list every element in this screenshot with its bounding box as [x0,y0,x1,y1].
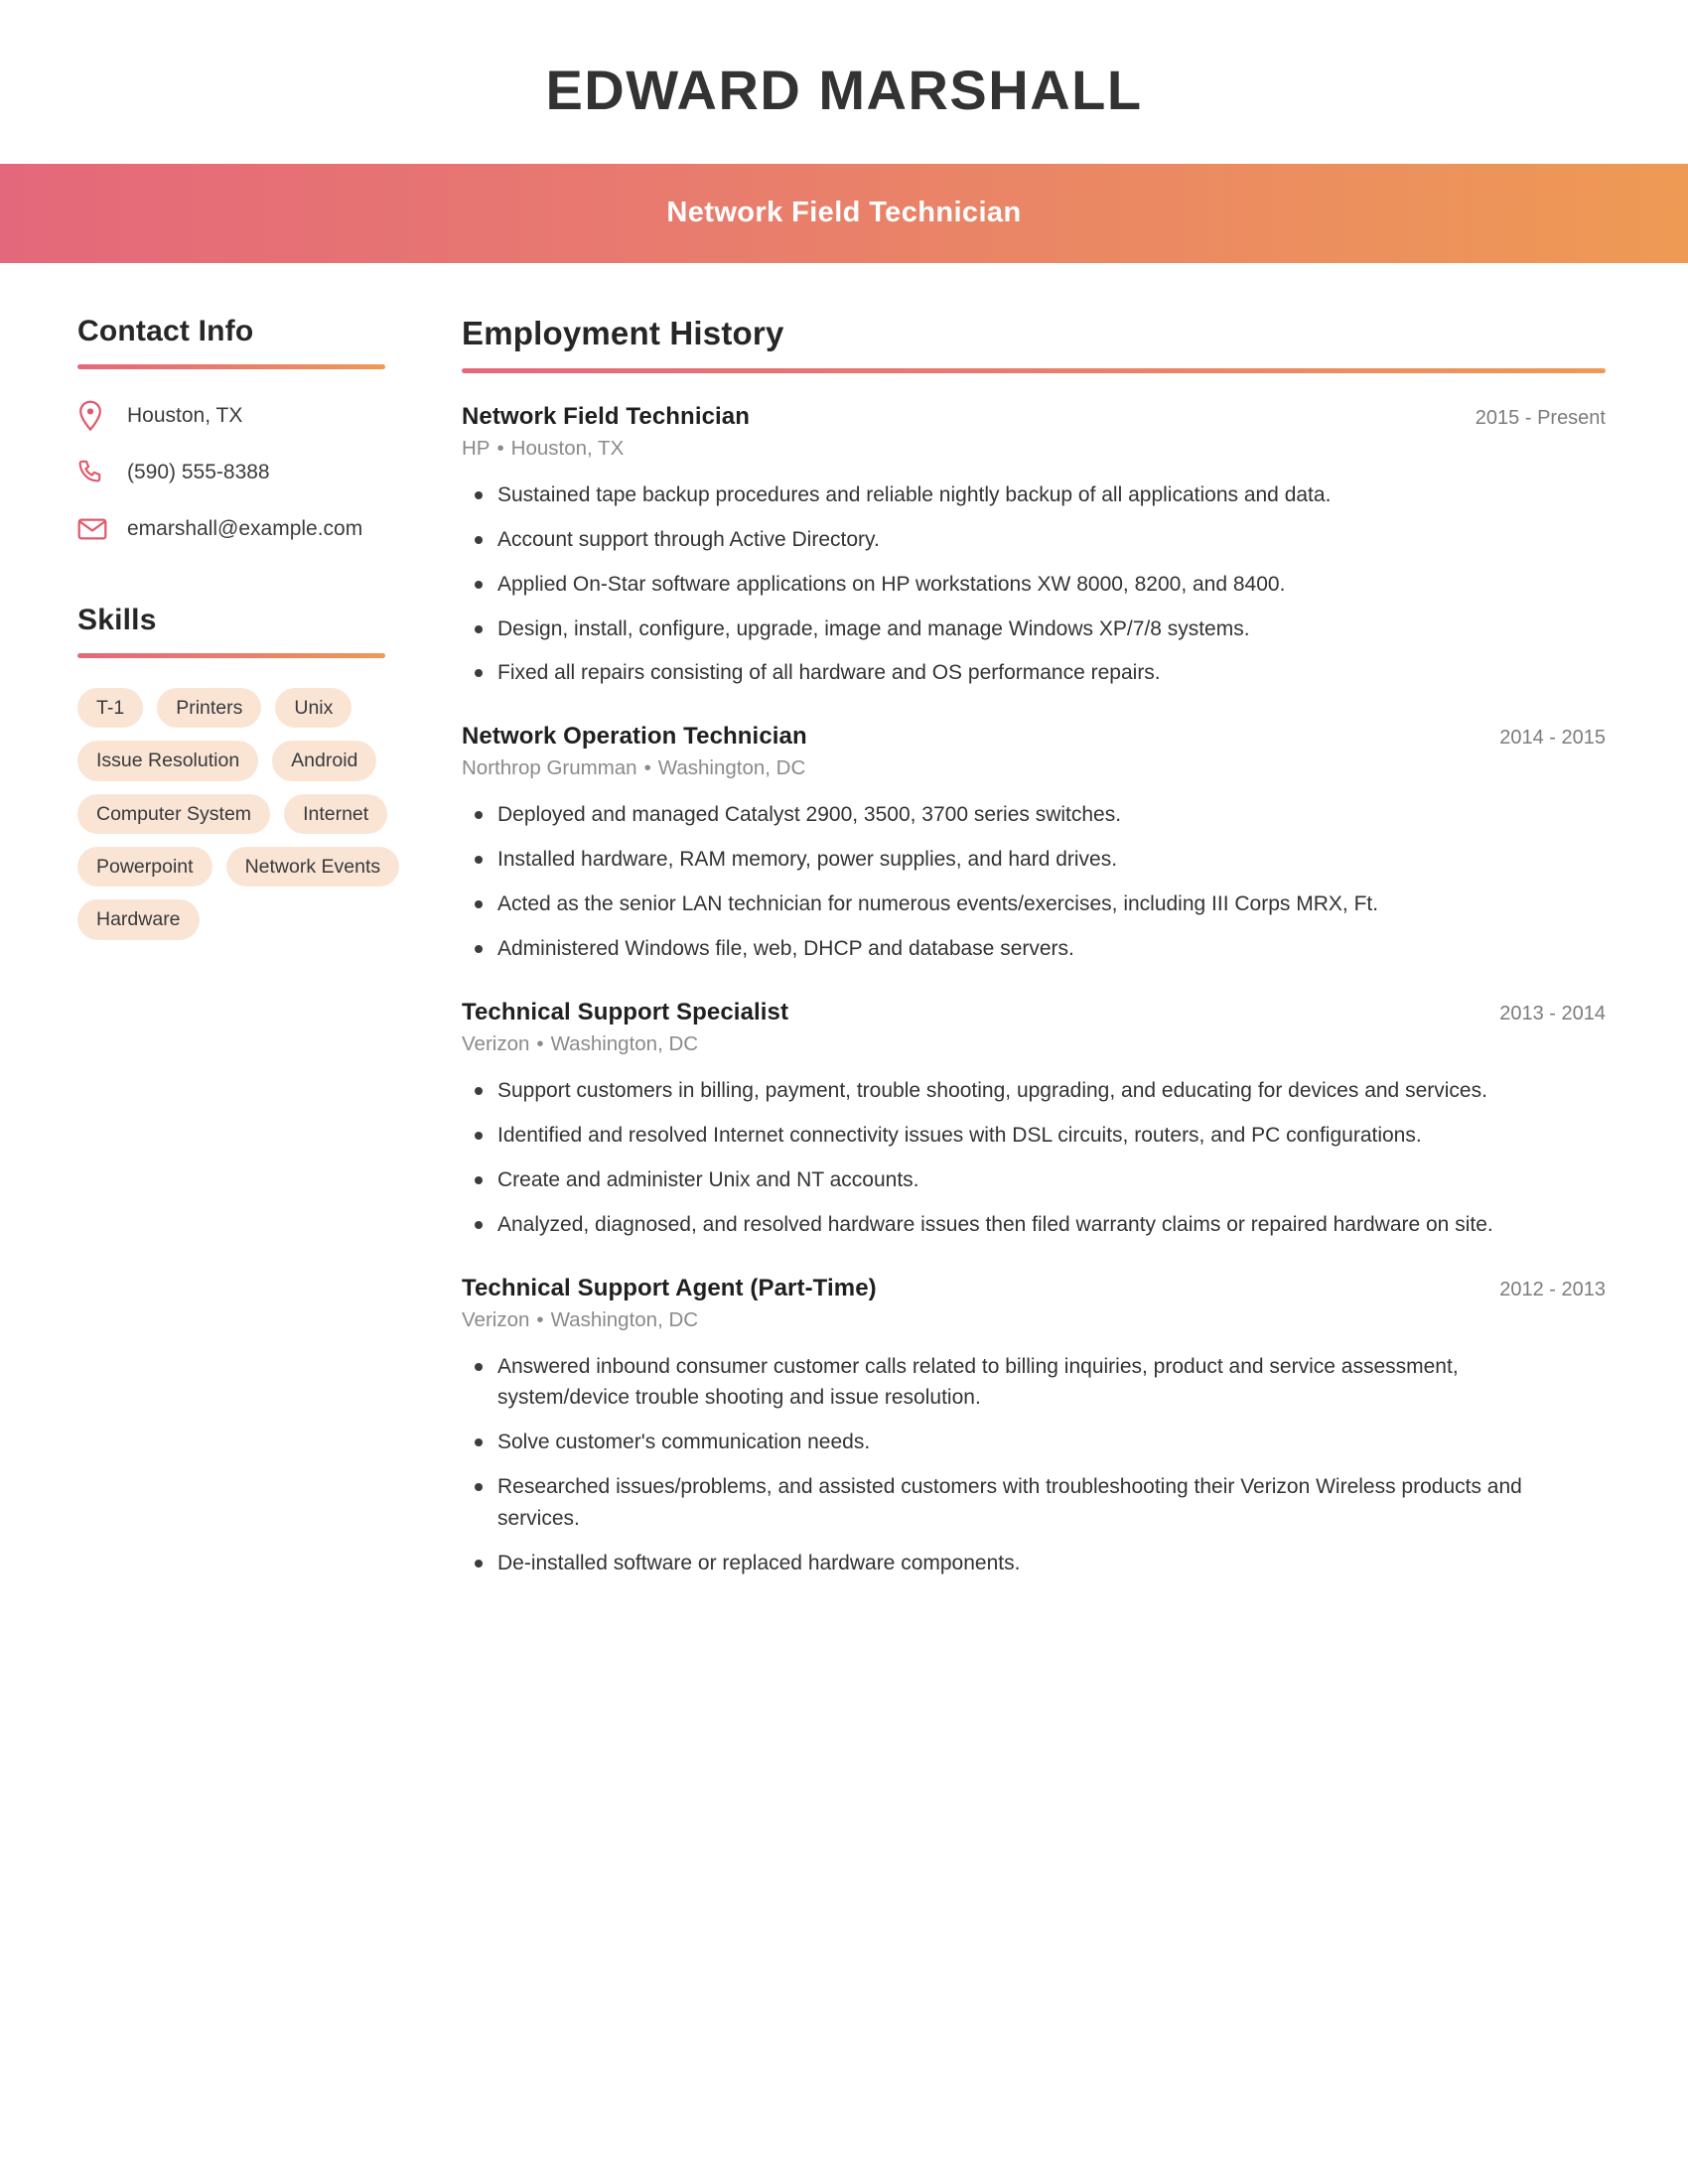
skill-pill: T-1 [77,687,144,729]
skill-pill: Hardware [77,899,200,940]
sidebar: Contact Info Houston, TX (590) 555-8388 … [0,315,462,940]
job-title: Technical Support Specialist [462,998,789,1025]
job-bullet: Analyzed, diagnosed, and resolved hardwa… [462,1209,1575,1241]
job-bullet: Installed hardware, RAM memory, power su… [462,844,1575,876]
contact-item-email: emarshall@example.com [77,512,462,546]
job-dates: 2015 - Present [1475,406,1606,429]
job-dates: 2012 - 2013 [1499,1278,1606,1300]
job-bullet: Deployed and managed Catalyst 2900, 3500… [462,799,1575,831]
job-location: Washington, DC [657,756,806,780]
job-company: Verizon [462,1307,530,1331]
job-title: Network Field Technician [462,402,751,430]
employment-history-heading: Employment History [462,314,784,351]
job-company-location: Northrop Grumman • Washington, DC [462,756,1606,780]
job-bullet: Solve customer's communication needs. [462,1427,1575,1458]
job-company: Verizon [462,1031,530,1055]
contact-info-divider [77,363,385,369]
skill-pill: Computer System [77,793,271,835]
job-company: Northrop Grumman [462,756,637,780]
candidate-job-title: Network Field Technician [666,197,1022,229]
job-company-location: Verizon • Washington, DC [462,1032,1606,1056]
job-entry: Network Operation Technician 2014 - 2015 N… [462,723,1606,965]
job-bullet: Identified and resolved Internet connect… [462,1120,1575,1152]
contact-info-heading: Contact Info [77,314,254,347]
job-bullet: Design, install, configure, upgrade, ima… [462,614,1575,645]
job-meta-separator: • [536,1307,544,1331]
map-pin-icon [77,400,113,432]
job-entry: Technical Support Specialist 2013 - 2014 V… [462,999,1606,1241]
skills-pill-list: T-1 Printers Unix Issue Resolution Android Co… [77,687,405,940]
contact-phone-text: (590) 555-8388 [127,461,270,484]
job-location: Washington, DC [550,1307,699,1331]
job-bullet: Create and administer Unix and NT accoun… [462,1164,1575,1196]
job-meta-separator: • [496,436,504,460]
skill-pill: Android [272,741,377,781]
job-bullet: Administered Windows file, web, DHCP and… [462,933,1575,965]
job-title-band: Network Field Technician [0,163,1688,263]
contact-location-text: Houston, TX [127,404,243,428]
job-location: Houston, TX [510,436,625,460]
job-title: Network Operation Technician [462,723,807,751]
job-bullet: De-installed software or replaced hardwa… [462,1548,1575,1579]
job-bullet: Fixed all repairs consisting of all hard… [462,657,1575,689]
job-title: Technical Support Agent (Part-Time) [462,1274,877,1301]
phone-icon [77,459,113,486]
contact-item-location: Houston, TX [77,399,462,433]
job-bullet-list: Sustained tape backup procedures and rel… [462,479,1606,690]
job-meta-separator: • [643,756,651,780]
job-entry: Technical Support Agent (Part-Time) 2012 … [462,1275,1606,1579]
job-bullet: Answered inbound consumer customer calls… [462,1351,1575,1415]
employment-history-divider [462,367,1606,373]
resume-header: EDWARD MARSHALL Network Field Technician [0,0,1688,263]
job-bullet: Applied On-Star software applications on… [462,569,1575,601]
job-headline: Technical Support Specialist 2013 - 2014 [462,999,1606,1026]
skill-pill: Printers [157,687,262,729]
job-meta-separator: • [536,1031,544,1055]
skill-pill: Network Events [225,847,400,887]
job-bullet: Acted as the senior LAN technician for n… [462,888,1575,920]
job-company-location: Verizon • Washington, DC [462,1308,1606,1332]
skill-pill: Unix [275,687,352,729]
job-company: HP [462,436,491,460]
job-bullet: Researched issues/problems, and assisted… [462,1471,1575,1535]
skills-divider [77,652,385,658]
contact-email-text: emarshall@example.com [127,517,363,541]
resume-body: Contact Info Houston, TX (590) 555-8388 … [0,263,1688,1613]
job-dates: 2014 - 2015 [1499,727,1606,750]
job-bullet: Support customers in billing, payment, t… [462,1075,1575,1107]
job-company-location: HP • Houston, TX [462,437,1606,461]
skill-pill: Powerpoint [77,847,212,887]
contact-item-phone: (590) 555-8388 [77,456,462,489]
job-bullet-list: Answered inbound consumer customer calls… [462,1351,1606,1579]
skills-section: Skills T-1 Printers Unix Issue Resolution An… [77,604,462,940]
job-headline: Network Field Technician 2015 - Present [462,403,1606,431]
contact-info-section: Contact Info Houston, TX (590) 555-8388 … [77,315,462,546]
employment-history-list: Network Field Technician 2015 - Present HP… [462,403,1606,1579]
skill-pill: Internet [284,793,388,835]
job-headline: Network Operation Technician 2014 - 2015 [462,723,1606,751]
job-entry: Network Field Technician 2015 - Present HP… [462,403,1606,690]
job-bullet: Sustained tape backup procedures and rel… [462,479,1575,511]
job-headline: Technical Support Agent (Part-Time) 2012 … [462,1275,1606,1302]
skills-heading: Skills [77,603,157,636]
envelope-icon [77,517,113,541]
skill-pill: Issue Resolution [77,741,259,781]
job-bullet-list: Support customers in billing, payment, t… [462,1075,1606,1241]
job-location: Washington, DC [550,1031,699,1055]
job-dates: 2013 - 2014 [1499,1002,1606,1024]
job-bullet-list: Deployed and managed Catalyst 2900, 3500… [462,799,1606,965]
job-bullet: Account support through Active Directory… [462,524,1575,556]
candidate-name: EDWARD MARSHALL [545,59,1143,121]
contact-list: Houston, TX (590) 555-8388 emarshall@exa… [77,399,462,546]
main-content: Employment History Network Field Technic… [462,315,1688,1613]
